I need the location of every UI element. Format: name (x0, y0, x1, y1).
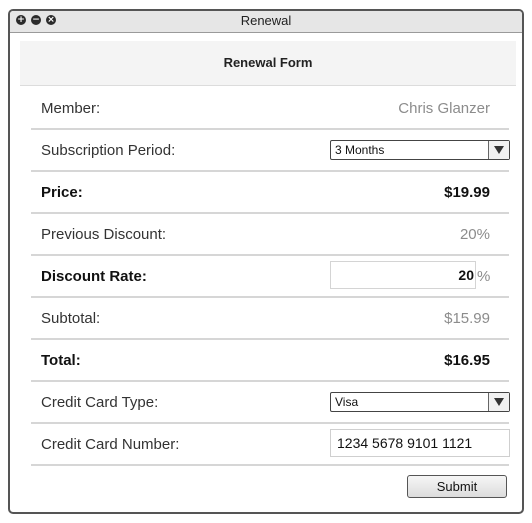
card-number-row: Credit Card Number: 1234 5678 9101 1121 (31, 424, 510, 466)
subtotal-value: $15.99 (444, 310, 490, 327)
renewal-window: + − × Renewal Renewal Form Member: Chris… (8, 9, 524, 514)
member-row: Member: Chris Glanzer (31, 88, 509, 130)
member-label: Member: (41, 100, 101, 117)
discount-rate-input[interactable]: 20 (330, 261, 476, 289)
title-bar: + − × Renewal (10, 11, 522, 33)
subscription-row: Subscription Period: 3 Months (31, 130, 510, 172)
card-number-label: Credit Card Number: (41, 436, 180, 453)
subtotal-row: Subtotal: $15.99 (31, 298, 509, 340)
discount-rate-row: Discount Rate: 20 % (31, 256, 509, 298)
price-value: $19.99 (444, 184, 490, 201)
member-value: Chris Glanzer (398, 100, 490, 117)
chevron-down-icon[interactable] (488, 141, 509, 159)
window-title: Renewal (240, 13, 292, 28)
total-label: Total: (41, 352, 81, 369)
subscription-selected-value: 3 Months (335, 143, 385, 157)
card-type-selected-value: Visa (335, 395, 359, 409)
card-type-row: Credit Card Type: Visa (31, 382, 510, 424)
previous-discount-row: Previous Discount: 20% (31, 214, 509, 256)
discount-rate-unit: % (477, 268, 491, 285)
submit-button[interactable]: Submit (407, 475, 507, 498)
total-row: Total: $16.95 (31, 340, 509, 382)
previous-discount-value: 20% (459, 226, 490, 243)
form-title: Renewal Form (20, 41, 516, 86)
subtotal-label: Subtotal: (41, 310, 101, 327)
subscription-period-select[interactable]: 3 Months (330, 140, 510, 160)
subscription-label: Subscription Period: (41, 142, 176, 159)
total-value: $16.95 (444, 352, 490, 369)
card-number-value: 1234 5678 9101 1121 (337, 435, 473, 451)
card-number-input[interactable]: 1234 5678 9101 1121 (330, 429, 510, 457)
card-type-label: Credit Card Type: (41, 394, 159, 411)
card-type-select[interactable]: Visa (330, 392, 510, 412)
chevron-down-icon[interactable] (488, 393, 509, 411)
discount-rate-label: Discount Rate: (41, 268, 147, 285)
previous-discount-label: Previous Discount: (41, 226, 167, 243)
price-row: Price: $19.99 (31, 172, 509, 214)
price-label: Price: (41, 184, 83, 201)
